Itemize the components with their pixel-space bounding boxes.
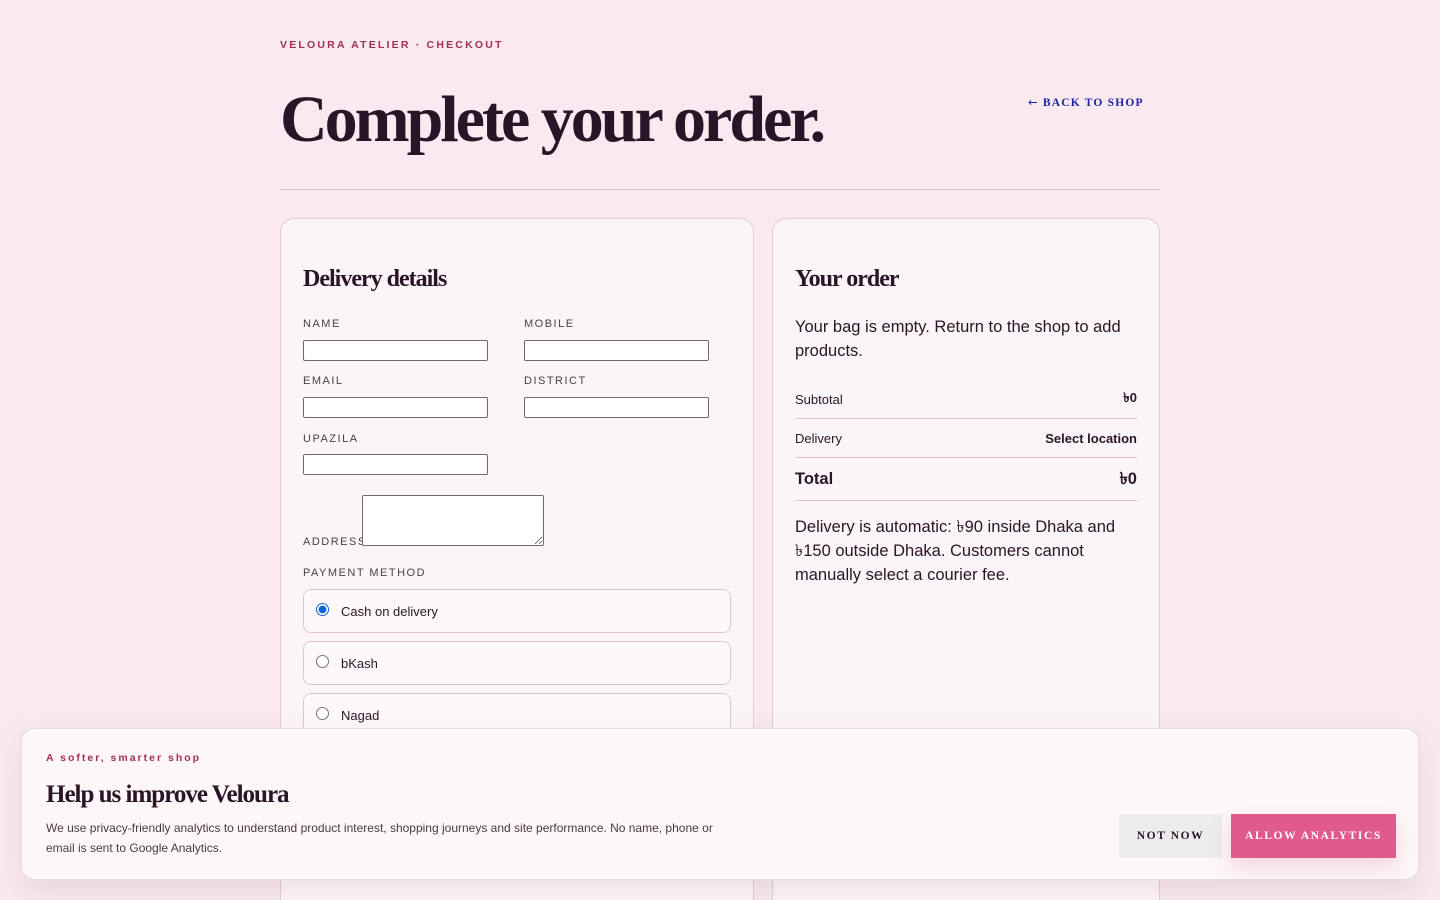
subtotal-value: ৳0 — [1123, 390, 1137, 405]
delivery-label: Delivery — [795, 430, 842, 446]
back-to-shop-label: BACK TO SHOP — [1042, 97, 1144, 109]
allow-analytics-button[interactable]: ALLOW ANALYTICS — [1231, 814, 1396, 858]
payment-option-label: Cash on delivery — [341, 603, 438, 619]
consent-body: We use privacy-friendly analytics to und… — [46, 821, 713, 855]
delivery-details-title: Delivery details — [303, 266, 447, 292]
consent-tagline: A softer, smarter shop — [46, 752, 202, 764]
payment-method-label: PAYMENT METHOD — [303, 567, 427, 579]
not-now-button[interactable]: NOT NOW — [1119, 814, 1222, 858]
checkout-breadcrumb: VELOURA ATELIER · CHECKOUT — [280, 39, 504, 51]
mobile-field[interactable] — [524, 340, 709, 361]
email-field[interactable] — [303, 397, 488, 418]
arrow-left-icon: ← — [1028, 95, 1039, 109]
nagad-radio[interactable] — [316, 706, 329, 720]
subtotal-label: Subtotal — [795, 392, 843, 407]
total-row: Total ৳0 — [795, 458, 1137, 501]
payment-option-bkash[interactable]: bKash — [303, 641, 731, 685]
upazila-label: UPAZILA — [303, 433, 359, 445]
subtotal-row: Subtotal ৳0 — [795, 381, 1137, 419]
delivery-row: Delivery Select location — [795, 419, 1137, 458]
district-field[interactable] — [524, 397, 709, 418]
delivery-value: Select location — [1045, 430, 1137, 446]
page-title: Complete your order. — [280, 83, 826, 156]
consent-title: Help us improve Veloura — [46, 781, 290, 808]
empty-bag-message: Your bag is empty. Return to the shop to… — [795, 318, 1121, 360]
header-divider — [280, 189, 1160, 190]
analytics-consent-banner: A softer, smarter shop Help us improve V… — [21, 728, 1419, 880]
order-summary-title: Your order — [795, 266, 900, 292]
payment-option-label: bKash — [341, 655, 378, 671]
upazila-field[interactable] — [303, 454, 488, 475]
payment-option-label: Nagad — [341, 707, 380, 723]
email-label: EMAIL — [303, 375, 344, 387]
district-label: DISTRICT — [524, 375, 587, 387]
back-to-shop-link[interactable]: ← BACK TO SHOP — [1028, 95, 1144, 109]
address-label: ADDRESS — [303, 536, 367, 548]
bkash-radio[interactable] — [316, 654, 329, 668]
name-label: NAME — [303, 318, 341, 330]
address-field[interactable] — [362, 495, 544, 546]
payment-option-cod[interactable]: Cash on delivery — [303, 589, 731, 633]
delivery-fee-note: Delivery is automatic: ৳90 inside Dhaka … — [795, 518, 1116, 584]
name-field[interactable] — [303, 340, 488, 361]
total-value: ৳0 — [1119, 469, 1137, 488]
total-label: Total — [795, 469, 834, 488]
cod-radio[interactable] — [316, 602, 329, 616]
mobile-label: MOBILE — [524, 318, 575, 330]
